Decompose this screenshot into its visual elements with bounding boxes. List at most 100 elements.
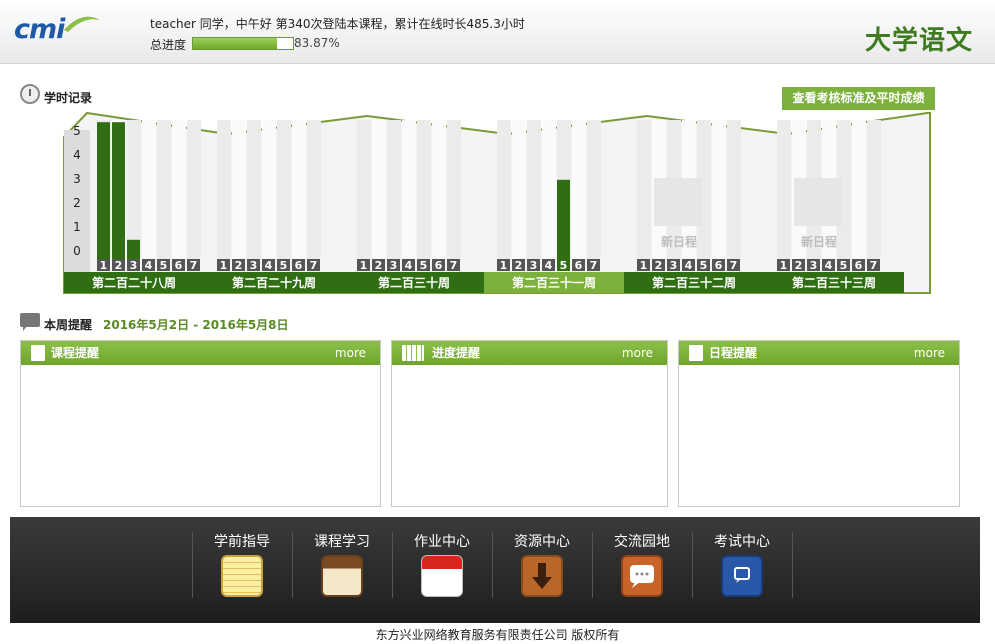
- day-column: [292, 120, 306, 259]
- week-date-range: 2016年5月2日 - 2016年5月8日: [103, 318, 289, 332]
- day-label: 7: [190, 259, 198, 272]
- y-tick-label: 4: [73, 148, 81, 162]
- day-label: 5: [560, 259, 568, 272]
- day-column: [172, 120, 186, 259]
- day-label: 3: [810, 259, 818, 272]
- day-column: [357, 120, 371, 259]
- day-label: 7: [590, 259, 598, 272]
- day-column: [372, 120, 386, 259]
- y-tick-label: 2: [73, 196, 81, 210]
- day-label: 5: [280, 259, 288, 272]
- day-label: 6: [715, 259, 723, 272]
- nav-course-study[interactable]: 课程学习: [292, 517, 392, 623]
- panel-header: 日程提醒 more: [679, 341, 959, 365]
- y-tick-label: 3: [73, 172, 81, 186]
- study-record-title: 学时记录: [44, 91, 93, 105]
- day-column: [387, 120, 401, 259]
- day-column: [402, 120, 416, 259]
- new-schedule-label: 新日程: [801, 234, 837, 249]
- day-column: [157, 120, 171, 259]
- nav-homework-center[interactable]: 作业中心: [392, 517, 492, 623]
- day-column: [852, 120, 866, 259]
- day-label: 7: [310, 259, 318, 272]
- day-column: [187, 120, 201, 259]
- day-label: 7: [870, 259, 878, 272]
- more-link[interactable]: more: [622, 341, 653, 365]
- day-column: [417, 120, 431, 259]
- study-hours-bar: [97, 122, 110, 259]
- y-tick-label: 0: [73, 244, 81, 258]
- nav-label: 作业中心: [414, 534, 470, 550]
- y-tick-label: 1: [73, 220, 81, 234]
- day-label: 3: [390, 259, 398, 272]
- speech-bubble-icon: [20, 313, 40, 331]
- day-column: [777, 120, 791, 259]
- chat-bubble-icon: [630, 565, 654, 588]
- study-hours-bar: [557, 179, 570, 259]
- nav-resource-center[interactable]: 资源中心: [492, 517, 592, 623]
- copyright-text: 东方兴业网络教育服务有限责任公司 版权所有: [375, 628, 620, 642]
- day-label: 6: [855, 259, 863, 272]
- day-column: [867, 120, 881, 259]
- nav-label: 课程学习: [314, 534, 370, 550]
- cmi-logo[interactable]: cmi: [14, 14, 65, 45]
- day-label: 5: [840, 259, 848, 272]
- day-column: [497, 120, 511, 259]
- day-label: 2: [115, 259, 123, 272]
- course-title: 大学语文: [865, 26, 974, 56]
- new-schedule-box: [654, 178, 702, 226]
- nav-pre-study-guide[interactable]: 学前指导: [192, 517, 292, 623]
- book-chat-icon: [734, 567, 750, 583]
- notebook-icon: [321, 555, 363, 597]
- panel-header: 进度提醒 more: [392, 341, 667, 365]
- day-label: 3: [670, 259, 678, 272]
- day-label: 4: [545, 259, 553, 272]
- day-column: [307, 120, 321, 259]
- day-label: 1: [640, 259, 648, 272]
- day-label: 4: [405, 259, 413, 272]
- day-label: 4: [825, 259, 833, 272]
- day-label: 5: [160, 259, 168, 272]
- day-column: [512, 120, 526, 259]
- nav-exam-center[interactable]: 考试中心: [692, 517, 792, 623]
- day-label: 2: [795, 259, 803, 272]
- progress-reminder-panel: 进度提醒 more: [391, 340, 668, 507]
- download-icon: [521, 555, 563, 597]
- day-column: [447, 120, 461, 259]
- week-label: 第二百二十九周: [232, 275, 316, 290]
- nav-label: 资源中心: [514, 534, 570, 550]
- day-column: [727, 120, 741, 259]
- nav-divider: [792, 532, 793, 598]
- schedule-reminder-panel: 日程提醒 more: [678, 340, 960, 507]
- new-schedule-label: 新日程: [661, 234, 697, 249]
- day-column: [527, 120, 541, 259]
- progress-label: 总进度: [150, 38, 187, 52]
- day-label: 3: [530, 259, 538, 272]
- week-label: 第二百三十二周: [652, 275, 736, 290]
- study-hours-bar: [127, 239, 140, 259]
- day-label: 5: [420, 259, 428, 272]
- more-link[interactable]: more: [914, 341, 945, 365]
- y-tick-label: 5: [73, 124, 81, 138]
- download-arrow-icon: [532, 563, 552, 589]
- check-standards-button[interactable]: 查看考核标准及平时成绩: [782, 87, 935, 110]
- day-label: 2: [655, 259, 663, 272]
- week-label: 第二百三十一周: [512, 275, 596, 290]
- progress-fill: [193, 38, 277, 49]
- day-label: 5: [700, 259, 708, 272]
- day-column: [262, 120, 276, 259]
- day-label: 2: [375, 259, 383, 272]
- day-label: 1: [780, 259, 788, 272]
- more-link[interactable]: more: [335, 341, 366, 365]
- nav-exchange-forum[interactable]: 交流园地: [592, 517, 692, 623]
- greeting-text: teacher 同学，中午好 第340次登陆本课程，累计在线时长485.3小时: [150, 17, 525, 31]
- day-label: 4: [685, 259, 693, 272]
- course-reminder-panel: 课程提醒 more: [20, 340, 381, 507]
- day-label: 4: [145, 259, 153, 272]
- nav-label: 学前指导: [214, 534, 270, 550]
- panel-title: 日程提醒: [709, 346, 758, 360]
- notepad-icon: [221, 555, 263, 597]
- calendar-icon: [421, 555, 463, 597]
- day-label: 6: [175, 259, 183, 272]
- day-label: 1: [100, 259, 108, 272]
